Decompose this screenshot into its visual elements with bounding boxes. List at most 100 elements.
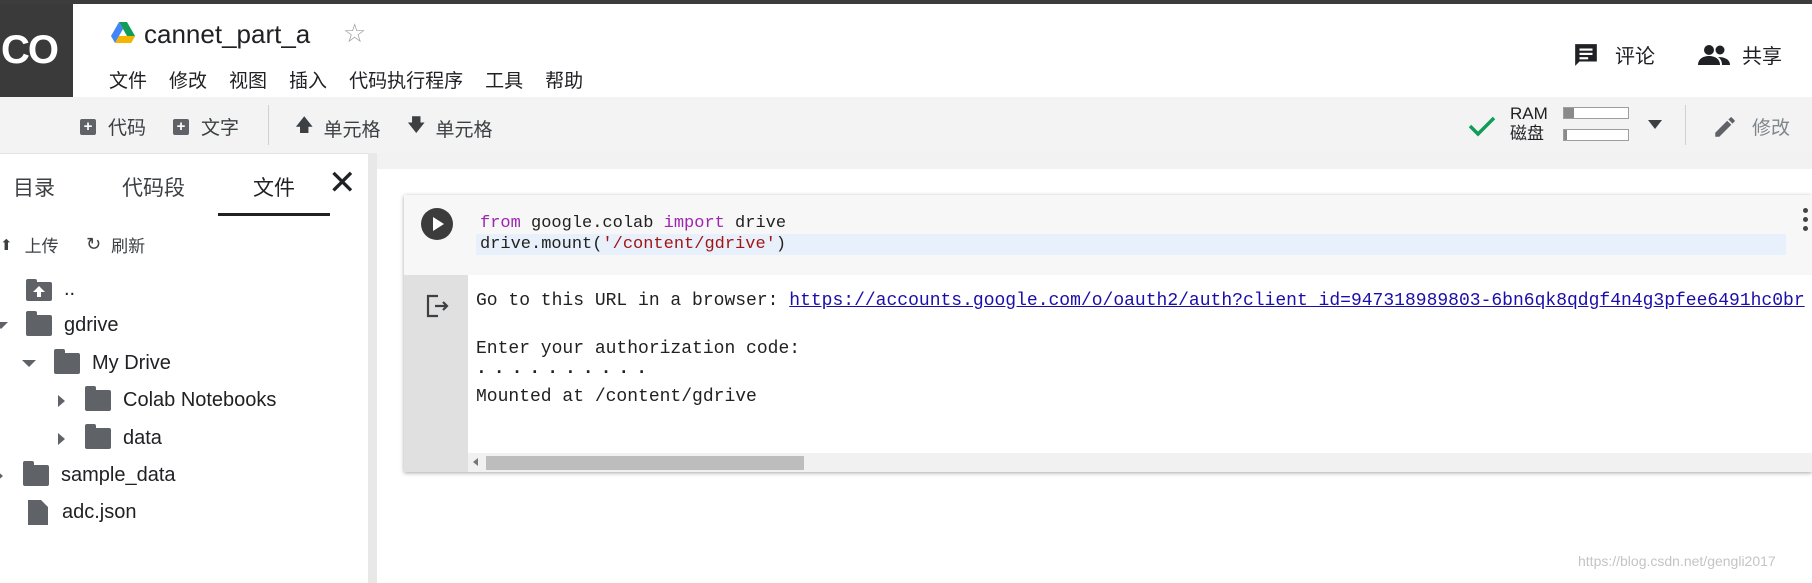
sidebar-resize-handle[interactable]: [368, 153, 377, 583]
star-icon[interactable]: ☆: [343, 18, 366, 49]
output-prefix: Go to this URL in a browser:: [476, 291, 790, 311]
tree-item-gdrive[interactable]: gdrive: [0, 311, 118, 337]
output-gutter: [404, 275, 468, 472]
toolbar-divider: [268, 105, 269, 145]
code-call: drive.mount(: [480, 235, 603, 254]
auth-code-input[interactable]: ··········: [476, 363, 654, 383]
folder-icon: [26, 311, 52, 336]
tree-item-adc-json[interactable]: adc.json: [28, 500, 137, 525]
code-module: google.colab: [520, 214, 664, 233]
notebook-title[interactable]: cannet_part_a: [144, 19, 310, 50]
chevron-down-icon[interactable]: [0, 322, 8, 329]
comment-button[interactable]: 评论: [1573, 40, 1655, 69]
add-code-label: 代码: [108, 118, 147, 139]
menu-item-insert[interactable]: 插入: [289, 66, 327, 93]
plus-icon: +: [80, 118, 96, 135]
share-label: 共享: [1742, 46, 1782, 68]
header: cannet_part_a ☆ 文件 修改 视图 插入 代码执行程序 工具 帮助…: [73, 4, 1812, 97]
tab-toc[interactable]: 目录: [13, 172, 55, 202]
auth-url-link[interactable]: https://accounts.google.com/o/oauth2/aut…: [789, 291, 1804, 311]
tree-item-data[interactable]: data: [58, 424, 162, 450]
menu-item-runtime[interactable]: 代码执行程序: [349, 66, 463, 93]
code-string: '/content/gdrive': [602, 235, 776, 254]
folder-icon: [54, 349, 80, 374]
chevron-down-icon[interactable]: [22, 360, 36, 367]
disk-usage-bar: [1563, 129, 1629, 141]
output-prompt: Enter your authorization code:: [476, 339, 801, 359]
tree-item-sample-data[interactable]: sample_data: [0, 461, 176, 487]
tab-snippets[interactable]: 代码段: [122, 172, 185, 202]
scroll-left-icon[interactable]: [473, 458, 478, 466]
run-cell-button[interactable]: [421, 208, 453, 240]
colab-logo[interactable]: CO: [0, 4, 73, 97]
tree-item-label: ..: [64, 278, 76, 300]
toolbar-divider: [1685, 105, 1686, 145]
watermark: https://blog.csdn.net/gengli2017: [1578, 553, 1776, 569]
clear-output-icon[interactable]: [424, 293, 450, 319]
code-cell[interactable]: from google.colab import drive drive.mou…: [404, 195, 1812, 472]
check-icon: [1468, 116, 1496, 137]
tree-item-label: Colab Notebooks: [123, 389, 277, 411]
tree-item-label: My Drive: [92, 352, 171, 374]
sidebar: 目录 代码段 文件 ✕ ⬆ 上传 ↻ 刷新 .. gdrive My Drive…: [0, 158, 369, 583]
cell-output: Go to this URL in a browser: https://acc…: [476, 289, 1805, 409]
pencil-icon: [1715, 116, 1735, 137]
menu-item-help[interactable]: 帮助: [545, 66, 583, 93]
resource-monitor[interactable]: RAM 磁盘: [1510, 104, 1548, 144]
chevron-right-icon[interactable]: [58, 432, 65, 445]
menu-item-tools[interactable]: 工具: [485, 66, 523, 93]
keyword-import: import: [663, 214, 725, 233]
close-icon[interactable]: ✕: [328, 163, 357, 203]
folder-icon: [23, 461, 49, 486]
refresh-icon: ↻: [86, 234, 102, 254]
folder-up-icon: [26, 278, 52, 301]
cell-code-area[interactable]: from google.colab import drive drive.mou…: [404, 195, 1812, 275]
active-tab-indicator: [218, 213, 330, 216]
tree-item-colab-notebooks[interactable]: Colab Notebooks: [58, 386, 277, 412]
menu-item-file[interactable]: 文件: [109, 66, 147, 93]
arrow-up-icon: 🡅: [295, 115, 314, 135]
edit-label: 修改: [1752, 118, 1791, 139]
menu-item-view[interactable]: 视图: [229, 66, 267, 93]
ram-usage-fill: [1564, 108, 1574, 118]
chevron-right-icon[interactable]: [58, 394, 65, 407]
move-cell-down-label: 单元格: [435, 119, 493, 141]
file-icon: [28, 500, 48, 525]
move-cell-up-button[interactable]: 🡅 单元格: [295, 113, 381, 143]
tree-item-parent[interactable]: ..: [26, 278, 75, 301]
move-cell-down-button[interactable]: 🡇 单元格: [407, 113, 493, 143]
comment-icon: [1575, 43, 1597, 66]
tab-files[interactable]: 文件: [253, 172, 295, 202]
menu-item-edit[interactable]: 修改: [169, 66, 207, 93]
output-horizontal-scrollbar[interactable]: [468, 453, 1812, 472]
share-button[interactable]: 共享: [1698, 40, 1782, 69]
google-drive-icon[interactable]: [111, 22, 135, 44]
add-text-label: 文字: [201, 118, 240, 139]
chevron-down-icon[interactable]: [1648, 120, 1662, 129]
add-text-button[interactable]: + 文字: [173, 113, 239, 140]
code-editor[interactable]: from google.colab import drive drive.mou…: [480, 213, 786, 255]
disk-label: 磁盘: [1510, 124, 1544, 143]
upload-icon: ⬆: [0, 236, 13, 254]
keyword-from: from: [480, 214, 521, 233]
sidebar-tabs: 目录 代码段 文件 ✕: [0, 158, 368, 218]
ram-label: RAM: [1510, 104, 1548, 123]
tree-item-label: data: [123, 427, 162, 449]
upload-label: 上传: [24, 237, 59, 256]
folder-icon: [85, 424, 111, 449]
ram-usage-bar: [1563, 107, 1629, 119]
menu-bar: 文件 修改 视图 插入 代码执行程序 工具 帮助: [109, 66, 605, 93]
chevron-right-icon[interactable]: [0, 469, 3, 482]
refresh-label: 刷新: [111, 237, 146, 256]
refresh-button[interactable]: ↻ 刷新: [86, 232, 145, 257]
plus-icon: +: [173, 118, 189, 135]
edit-button[interactable]: 修改: [1712, 113, 1790, 140]
upload-button[interactable]: ⬆ 上传: [0, 232, 59, 257]
disk-usage-fill: [1564, 130, 1568, 140]
code-close-paren: ): [775, 235, 787, 254]
add-code-button[interactable]: + 代码: [80, 113, 146, 140]
more-vert-icon[interactable]: [1803, 208, 1808, 235]
scrollbar-thumb[interactable]: [486, 456, 804, 470]
people-icon: [1698, 44, 1730, 65]
tree-item-my-drive[interactable]: My Drive: [22, 349, 171, 375]
